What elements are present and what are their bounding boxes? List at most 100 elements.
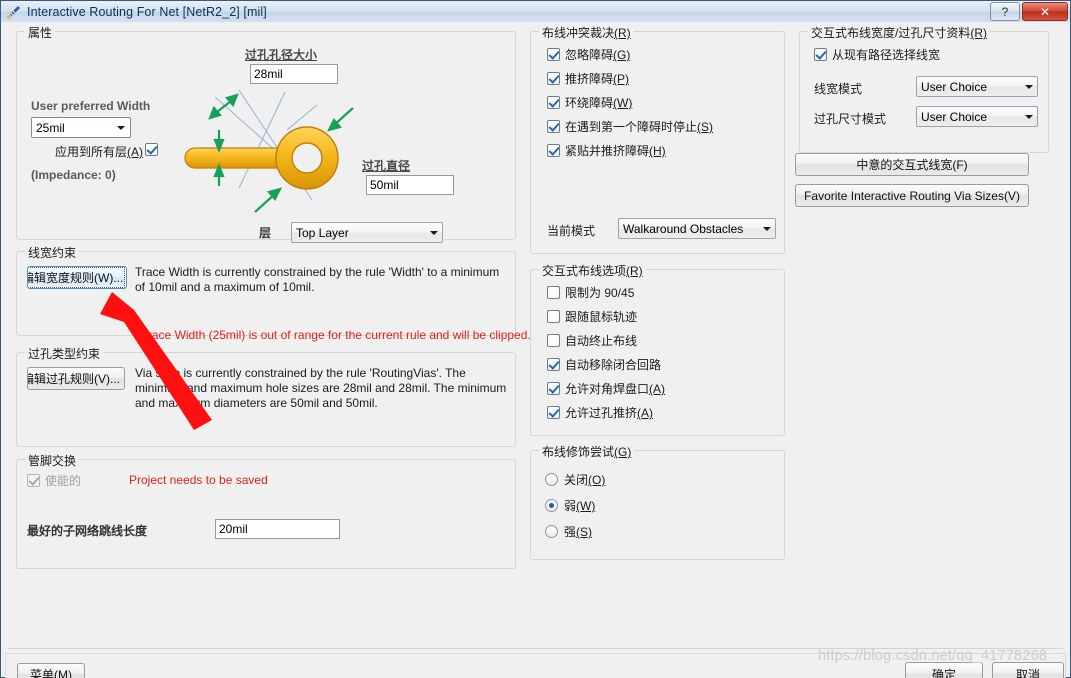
window-title: Interactive Routing For Net [NetR2_2] [m… [27,4,267,19]
user-preferred-width-value: 25mil [36,120,65,135]
routing-option-remove-loops[interactable]: 自动移除闭合回路 [547,356,661,373]
gloss-group-mnemonic: (G) [614,445,632,459]
project-save-warning: Project needs to be saved [129,473,268,487]
conflict-hug-push-checkbox[interactable] [547,144,560,157]
watermark-text: https://blog.csdn.net/qq_41778268 [818,648,1048,664]
layer-value: Top Layer [296,225,349,240]
conflict-item-push[interactable]: 推挤障碍(P) [547,70,629,87]
jumper-length-input[interactable]: 20mil [215,519,340,539]
chevron-down-icon [112,118,130,137]
current-mode-combo[interactable]: Walkaround Obstacles [618,218,776,239]
gloss-group-title: 布线修饰尝试(G) [539,443,635,460]
gloss-option-strong[interactable]: 强(S) [545,523,592,540]
favorite-widths-button[interactable]: 中意的交互式线宽(F) [795,153,1029,176]
width-mode-label: 线宽模式 [814,82,863,96]
edit-width-rule-label: 编辑宽度规则(W)... [28,267,126,288]
layer-combo[interactable]: Top Layer [291,222,443,243]
auto-terminate-checkbox[interactable] [547,334,560,347]
user-preferred-width-label: User preferred Width [31,99,151,113]
gloss-off-radio[interactable] [545,473,558,486]
user-preferred-width-combo[interactable]: 25mil [31,117,131,138]
routing-options-title-text: 交互式布线选项 [542,264,627,278]
via-hole-size-input[interactable]: 28mil [250,64,338,84]
favorite-via-sizes-button[interactable]: Favorite Interactive Routing Via Sizes(V… [795,184,1029,207]
conflict-walkaround-checkbox[interactable] [547,96,560,109]
conflict-push-checkbox[interactable] [547,72,560,85]
favorites-group-title: 交互式布线宽度/过孔尺寸资料(R) [808,24,991,41]
routing-option-auto-terminate[interactable]: 自动终止布线 [547,332,637,349]
properties-group-title: 属性 [25,24,56,41]
help-button[interactable]: ? [990,2,1020,21]
routing-option-diagonal-pad-entry[interactable]: 允许对角焊盘口(A) [547,380,665,397]
dialog-body: 属性 过孔孔径大小 28mil User preferred Width 25m… [2,22,1069,678]
via-size-mode-combo[interactable]: User Choice [916,106,1038,127]
chevron-down-icon [1020,107,1037,126]
diagonal-pad-entry-checkbox[interactable] [547,382,560,395]
ok-button[interactable]: 确定 [905,662,983,678]
pick-width-from-path-row[interactable]: 从现有路径选择线宽 [814,46,940,63]
favorites-group-mnemonic: (R) [970,26,988,40]
width-constraint-group: 线宽约束 编辑宽度规则(W)... Trace Width is current… [16,244,531,342]
edit-via-rule-label: 编辑过孔规则(V)... [27,372,120,386]
menu-button[interactable]: 菜单(M) [17,663,85,678]
conflict-group-title-text: 布线冲突裁决 [542,26,615,40]
routing-option-follow-mouse[interactable]: 跟随鼠标轨迹 [547,308,637,325]
via-size-mode-label: 过孔尺寸模式 [814,112,887,126]
follow-mouse-label: 跟随鼠标轨迹 [565,310,638,324]
apply-all-layers-mnemonic: (A) [127,145,144,159]
title-bar: Interactive Routing For Net [NetR2_2] [m… [1,1,1070,22]
gloss-option-weak[interactable]: 弱(W) [545,497,595,514]
apply-all-layers-label: 应用到所有层(A) [55,143,143,160]
restrict-9045-label: 限制为 90/45 [565,286,635,300]
edit-width-rule-button[interactable]: 编辑宽度规则(W)... [27,266,127,289]
conflict-group-title: 布线冲突裁决(R) [539,24,634,41]
layer-label: 层 [259,226,272,240]
close-button[interactable]: ✕ [1022,2,1068,21]
edit-via-rule-button[interactable]: 编辑过孔规则(V)... [27,367,125,390]
pin-swap-enabled-checkbox[interactable] [27,474,40,487]
apply-all-layers-text: 应用到所有层 [55,145,128,159]
conflict-item-hug-push[interactable]: 紧贴并推挤障碍(H) [547,142,666,159]
conflict-resolution-group: 布线冲突裁决(R) 忽略障碍(G) 推挤障碍(P) 环绕障碍(W) 在遇到第一个… [530,24,785,254]
remove-loops-label: 自动移除闭合回路 [565,358,662,372]
conflict-item-walkaround[interactable]: 环绕障碍(W) [547,94,632,111]
routing-pen-icon [6,4,22,20]
restrict-9045-checkbox[interactable] [547,286,560,299]
via-diameter-input[interactable]: 50mil [366,175,454,195]
conflict-ignore-checkbox[interactable] [547,48,560,61]
conflict-stop-checkbox[interactable] [547,120,560,133]
remove-loops-checkbox[interactable] [547,358,560,371]
pin-swap-enabled-row[interactable]: 使能的 [27,472,81,489]
conflict-item-stop[interactable]: 在遇到第一个障碍时停止(S) [547,118,713,135]
via-pushing-checkbox[interactable] [547,406,560,419]
gloss-weak-radio[interactable] [545,499,558,512]
gloss-strong-label: 强 [564,525,577,539]
width-mode-combo[interactable]: User Choice [916,76,1038,97]
via-diameter-label: 过孔直径 [362,159,411,173]
gloss-option-off[interactable]: 关闭(O) [545,471,605,488]
conflict-push-label: 推挤障碍 [565,72,614,86]
impedance-label: (Impedance: 0) [31,168,116,182]
favorites-group-title-text: 交互式布线宽度/过孔尺寸资料 [811,26,971,40]
conflict-item-ignore[interactable]: 忽略障碍(G) [547,46,630,63]
routing-options-group: 交互式布线选项(R) 限制为 90/45 跟随鼠标轨迹 自动终止布线 自动移除闭… [530,262,785,436]
width-constraint-info: Trace Width is currently constrained by … [135,265,500,294]
via-hole-size-label: 过孔孔径大小 [245,48,318,62]
pick-width-from-path-checkbox[interactable] [814,48,827,61]
window-controls: ? ✕ [990,2,1068,21]
routing-option-restrict-9045[interactable]: 限制为 90/45 [547,284,634,301]
follow-mouse-checkbox[interactable] [547,310,560,323]
routing-option-via-pushing[interactable]: 允许过孔推挤(A) [547,404,653,421]
via-constraint-group: 过孔类型约束 编辑过孔规则(V)... Via style is current… [16,345,516,447]
jumper-length-label: 最好的子网络跳线长度 [27,524,148,538]
gloss-strong-radio[interactable] [545,525,558,538]
via-pushing-label: 允许过孔推挤 [565,406,638,420]
via-constraint-title: 过孔类型约束 [25,345,104,362]
conflict-ignore-label: 忽略障碍 [565,48,614,62]
gloss-effort-group: 布线修饰尝试(G) 关闭(O) 弱(W) 强(S) [530,443,785,560]
width-constraint-title: 线宽约束 [25,244,80,261]
chevron-down-icon [758,219,775,238]
cancel-button[interactable]: 取消 [992,662,1064,678]
apply-all-layers-checkbox[interactable] [145,143,158,156]
current-mode-value: Walkaround Obstacles [623,221,744,236]
